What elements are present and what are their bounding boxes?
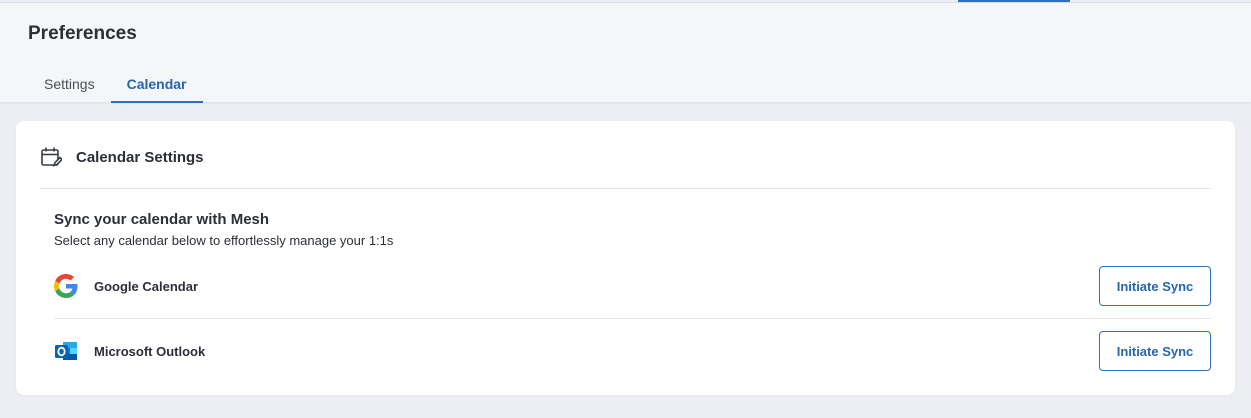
provider-row-outlook: Microsoft Outlook Initiate Sync <box>54 331 1211 371</box>
calendar-settings-card: Calendar Settings Sync your calendar wit… <box>16 121 1235 395</box>
provider-name: Google Calendar <box>94 278 199 294</box>
tab-bar: Settings Calendar <box>28 65 203 103</box>
provider-name: Microsoft Outlook <box>94 343 206 359</box>
provider-row-google: Google Calendar Initiate Sync <box>54 266 1211 306</box>
initiate-sync-outlook-button[interactable]: Initiate Sync <box>1099 331 1211 371</box>
sync-title: Sync your calendar with Mesh <box>54 211 270 228</box>
tab-calendar[interactable]: Calendar <box>110 65 203 103</box>
google-icon <box>54 274 78 298</box>
card-title: Calendar Settings <box>76 148 204 166</box>
page-title: Preferences <box>28 23 137 44</box>
row-divider <box>54 318 1211 319</box>
tab-settings[interactable]: Settings <box>28 65 111 103</box>
top-nav-active-indicator <box>958 0 1070 2</box>
card-header: Calendar Settings <box>40 145 204 169</box>
sync-subtitle: Select any calendar below to effortlessl… <box>54 233 394 248</box>
initiate-sync-google-button[interactable]: Initiate Sync <box>1099 266 1211 306</box>
header-divider <box>40 188 1211 189</box>
outlook-icon <box>54 339 78 363</box>
page-header: Preferences Settings Calendar <box>0 3 1251 103</box>
calendar-edit-icon <box>40 146 64 168</box>
